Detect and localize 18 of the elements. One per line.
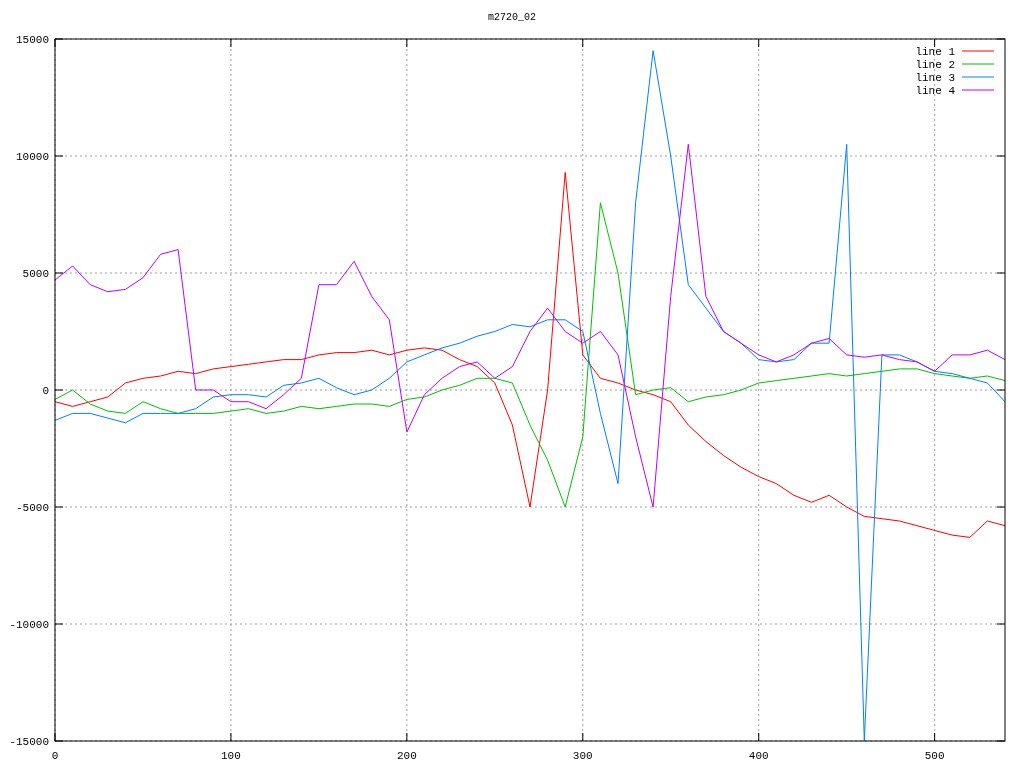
legend-label: line 1: [915, 46, 955, 58]
axis-tick-label: -15000: [9, 736, 49, 748]
axis-tick-label: 100: [221, 750, 241, 762]
axis-tick-label: 200: [396, 750, 417, 762]
axis-tick-label: 0: [51, 750, 59, 762]
axis-tick-label: -5000: [16, 502, 49, 514]
axis-tick-label: 400: [748, 750, 769, 762]
axis-tick-label: -10000: [9, 619, 49, 631]
chart-title: m2720_02: [488, 10, 536, 25]
axis-tick-label: 500: [924, 750, 945, 762]
legend-label: line 4: [915, 85, 955, 97]
axis-tick-label: 0: [42, 385, 49, 397]
axis-tick-label: 300: [572, 750, 593, 762]
axis-tick-label: 5000: [22, 268, 49, 280]
legend-label: line 2: [915, 59, 955, 71]
legend-label: line 3: [915, 72, 955, 84]
axis-tick-label: 15000: [16, 34, 49, 46]
axis-tick-label: 10000: [16, 151, 49, 163]
